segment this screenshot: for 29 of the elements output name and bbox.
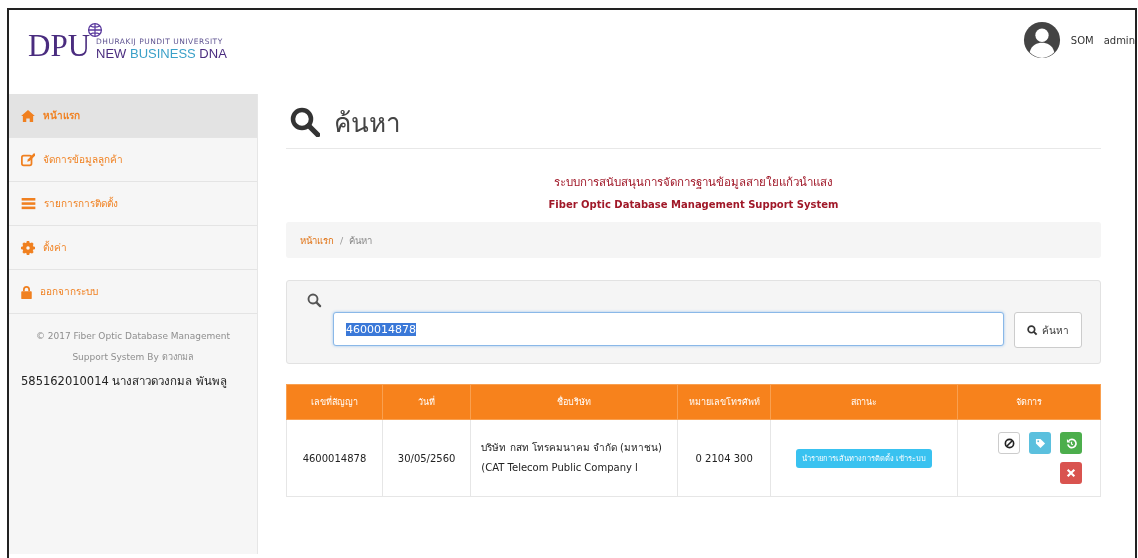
table-cell: 0 2104 300 [677,419,771,497]
column-header: หมายเลขโทรศัพท์ [677,384,771,420]
system-name-english: Fiber Optic Database Management Support System [548,199,839,210]
user-role: admin [1103,34,1135,46]
page-title: ค้นหา [334,106,401,140]
sidebar-item[interactable]: จัดการข้อมูลลูกค้า [9,138,257,182]
sidebar-item[interactable]: ตั้งค่า [9,226,257,270]
breadcrumb-separator: / [340,234,344,246]
system-name: ระบบการสนับสนุนการจัดการฐานข้อมูลสายใยแก้วนำแสง [554,174,833,191]
copyright-text: © 2017 Fiber Optic Database Management Support System By ดวงกมล [34,330,232,364]
logo-text: DPU [28,30,90,61]
student-name: 585162010014 นางสาวดวงกมล พันพลู [21,373,229,390]
column-header: เลขที่สัญญา [286,384,383,420]
table-cell: 4600014878 [286,419,383,497]
column-header: วันที่ [382,384,471,420]
column-header: จัดการ [957,384,1101,420]
search-field[interactable]: 4600014878 [333,312,1004,346]
search-button[interactable]: ค้นหา [1014,312,1082,348]
user-name: SOM [1070,34,1094,46]
sidebar-item[interactable]: ออกจากระบบ [9,270,257,314]
breadcrumb-link[interactable]: หน้าแรก [300,232,334,248]
sidebar-item[interactable]: หน้าแรก [9,94,257,138]
sidebar-item[interactable]: รายการการติดตั้ง [9,182,257,226]
table-cell: บริษัท กสท โทรคมนาคม จำกัด (มหาชน) (CAT Telecom Public Company l [470,419,678,497]
column-header: ชื่อบริษัท [470,384,678,420]
table-cell: 30/05/2560 [382,419,471,497]
logo-tagline: NEW BUSINESS DNA [96,46,227,61]
column-header: สถานะ [770,384,958,420]
breadcrumb-current: ค้นหา [349,233,373,248]
